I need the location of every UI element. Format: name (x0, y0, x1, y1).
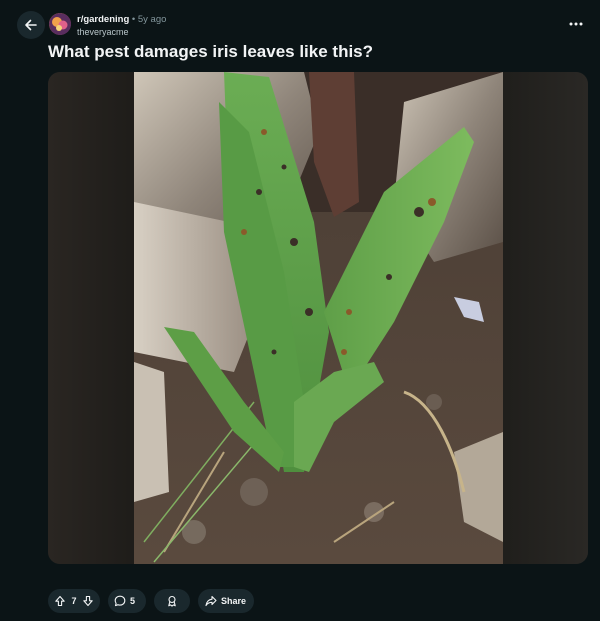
vote-control: 7 (48, 589, 100, 613)
author-link[interactable]: theveryacme (77, 27, 129, 37)
share-label: Share (221, 596, 247, 606)
comment-count: 5 (130, 596, 136, 606)
more-options-button[interactable] (562, 14, 590, 34)
action-bar: 7 5 Share (48, 589, 254, 613)
flower-icon (49, 13, 71, 35)
comment-bubble-icon (114, 595, 126, 607)
meta-separator: • (131, 14, 136, 25)
arrow-left-icon (25, 19, 37, 31)
upvote-icon (55, 595, 65, 607)
comments-button[interactable]: 5 (108, 589, 146, 613)
subreddit-link[interactable]: r/gardening (77, 14, 129, 25)
post-image (134, 72, 503, 564)
vote-count: 7 (71, 596, 77, 606)
back-button[interactable] (17, 11, 45, 39)
post-title: What pest damages iris leaves like this? (48, 42, 374, 61)
more-horizontal-icon (569, 22, 583, 26)
award-icon (168, 595, 176, 607)
share-arrow-icon (205, 595, 217, 607)
post-meta: r/gardening • 5y ago (77, 14, 166, 25)
downvote-button[interactable] (82, 595, 94, 607)
downvote-icon (83, 595, 93, 607)
upvote-button[interactable] (54, 595, 66, 607)
share-button[interactable]: Share (198, 589, 254, 613)
post-age: 5y ago (137, 14, 167, 25)
post-media[interactable] (48, 72, 588, 564)
post-header: r/gardening • 5y ago theveryacme (0, 0, 600, 40)
subreddit-avatar[interactable] (49, 13, 71, 35)
award-button[interactable] (154, 589, 190, 613)
